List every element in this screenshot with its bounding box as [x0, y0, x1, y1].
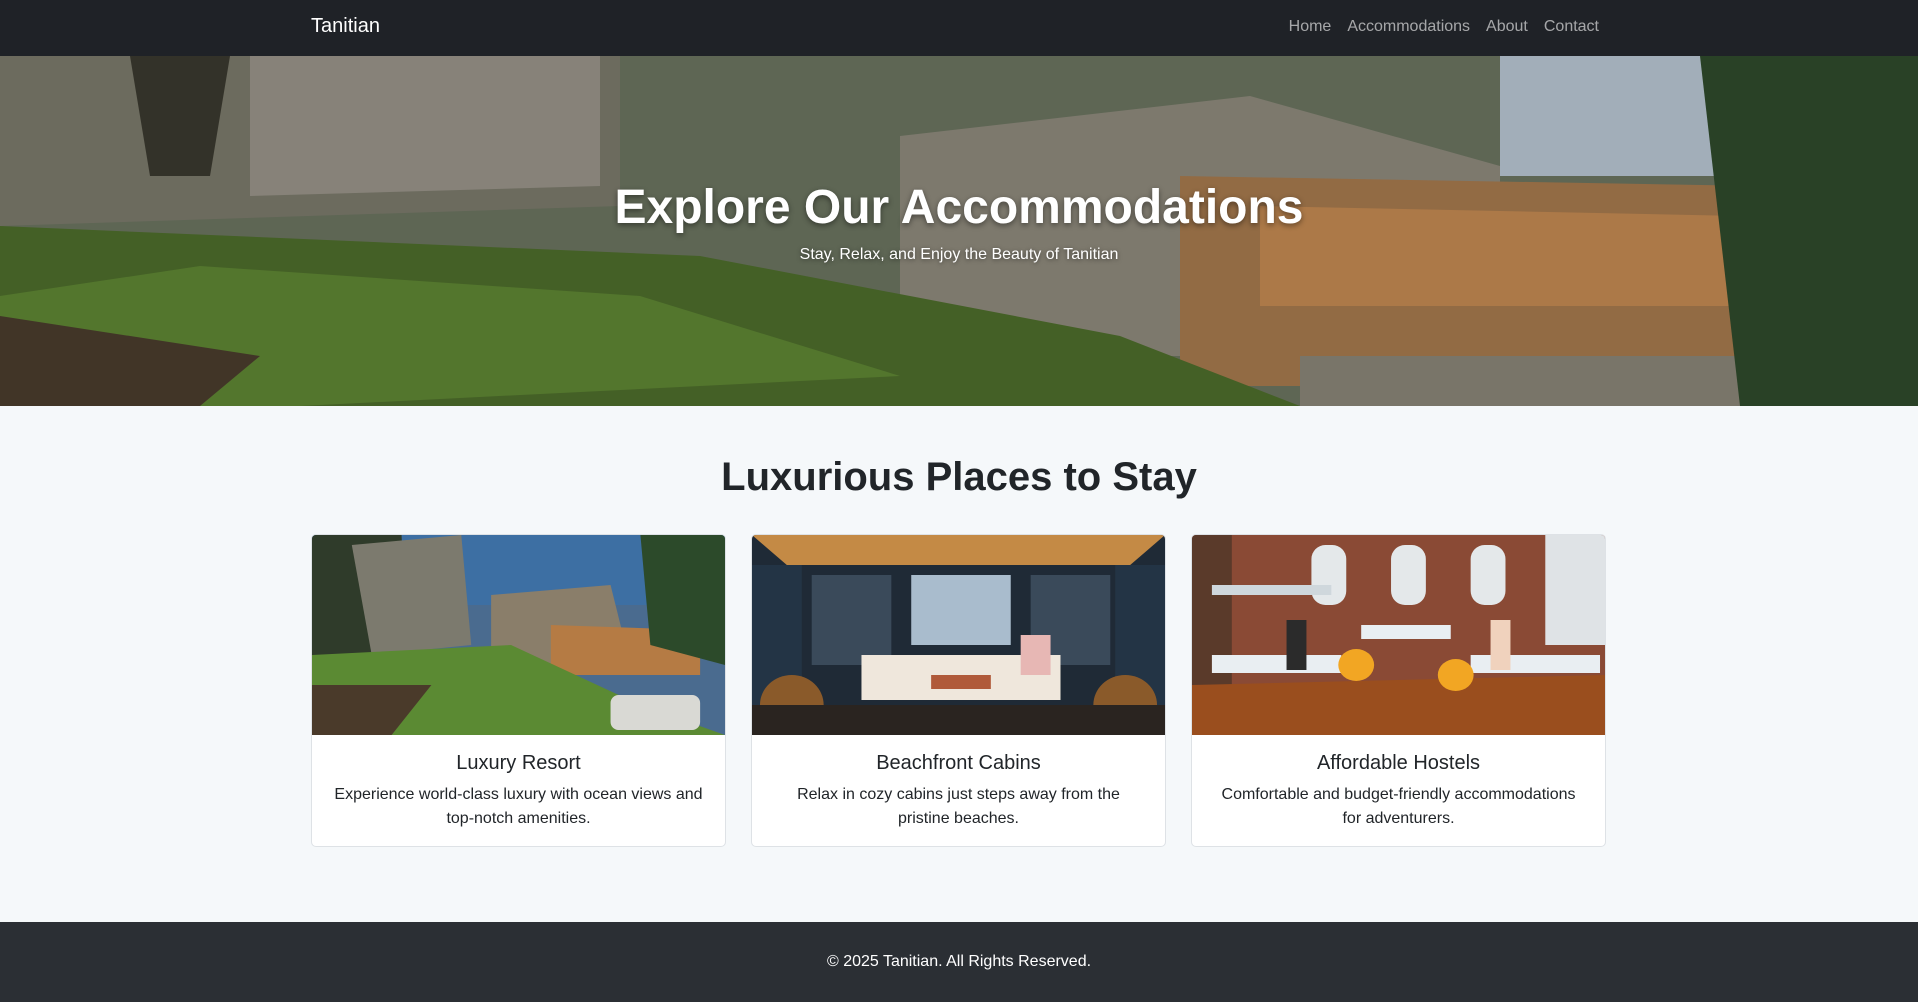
footer-copyright: © 2025 Tanitian. All Rights Reserved.: [826, 953, 1092, 970]
nav-link-contact[interactable]: Contact: [1544, 18, 1599, 36]
hero-subtitle: Stay, Relax, and Enjoy the Beauty of Tan…: [799, 246, 1119, 263]
card-text: Comfortable and budget-friendly accommod…: [1221, 786, 1576, 827]
affordable-hostels-image: [1192, 535, 1605, 735]
footer: © 2025 Tanitian. All Rights Reserved.: [0, 922, 1918, 1002]
nav-link-about[interactable]: About: [1486, 18, 1528, 36]
nav-link-accommodations[interactable]: Accommodations: [1347, 18, 1470, 36]
card-list: Luxury Resort Experience world-class lux…: [311, 534, 1606, 847]
hero-banner: Explore Our Accommodations Stay, Relax, …: [0, 56, 1918, 406]
card-text: Experience world-class luxury with ocean…: [334, 786, 703, 827]
brand-link[interactable]: Tanitian: [311, 15, 380, 38]
card-title: Beachfront Cabins: [876, 752, 1041, 774]
card-beachfront-cabins[interactable]: Beachfront Cabins Relax in cozy cabins j…: [751, 534, 1166, 847]
section-title: Luxurious Places to Stay: [721, 455, 1197, 499]
nav-link-home[interactable]: Home: [1289, 18, 1332, 36]
card-title: Luxury Resort: [456, 752, 581, 774]
card-title: Affordable Hostels: [1316, 752, 1481, 774]
card-text: Relax in cozy cabins just steps away fro…: [797, 786, 1120, 827]
nav-links: Home Accommodations About Contact: [1289, 18, 1599, 36]
navbar: Tanitian Home Accommodations About Conta…: [0, 0, 1918, 56]
beachfront-cabins-image: [752, 535, 1165, 735]
card-affordable-hostels[interactable]: Affordable Hostels Comfortable and budge…: [1191, 534, 1606, 847]
luxury-resort-image: [312, 535, 725, 735]
accommodations-section: Luxurious Places to Stay Luxury Resort E…: [0, 406, 1918, 922]
hero-title: Explore Our Accommodations: [614, 181, 1304, 234]
card-luxury-resort[interactable]: Luxury Resort Experience world-class lux…: [311, 534, 726, 847]
